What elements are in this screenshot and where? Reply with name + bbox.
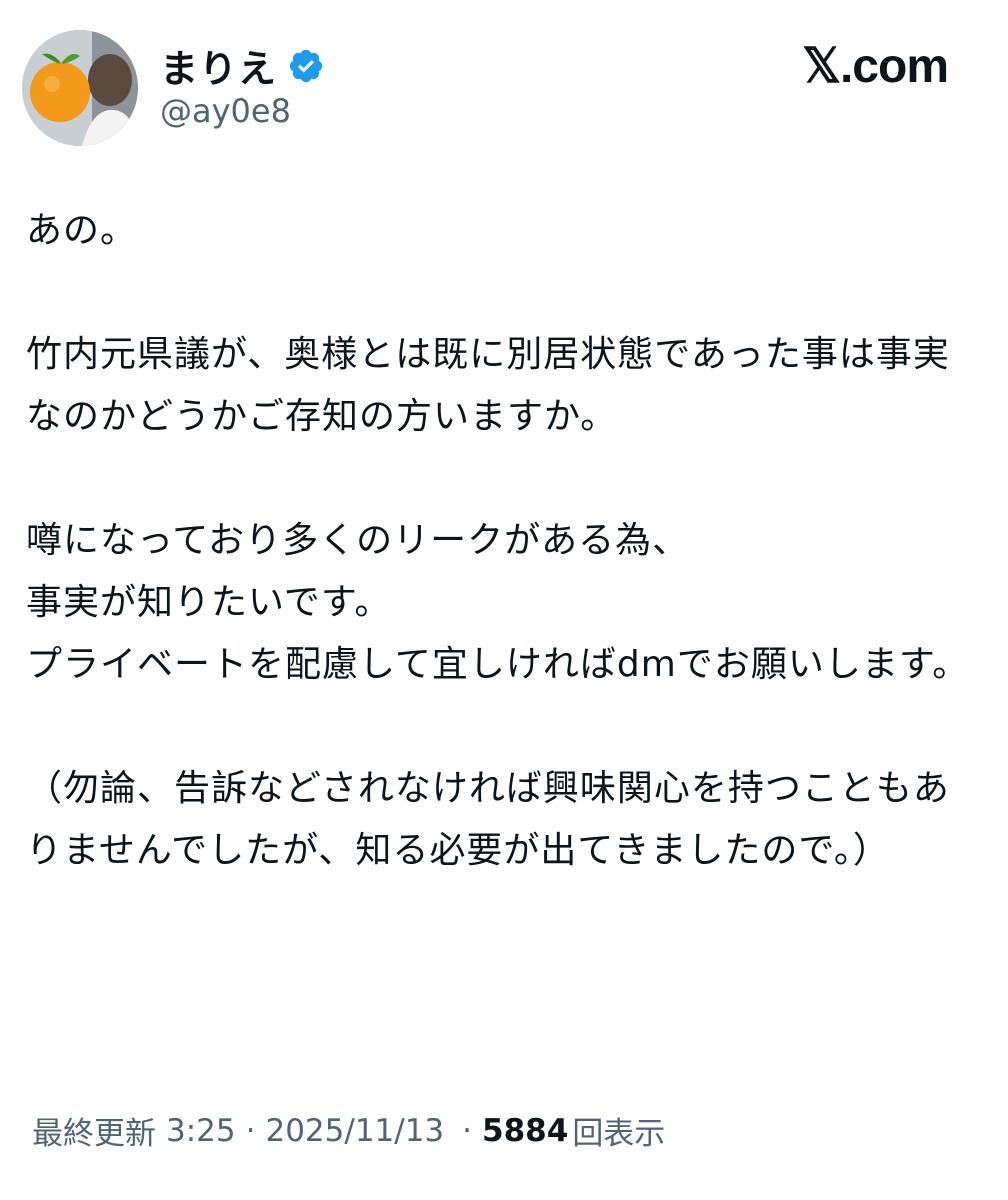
tweet-date[interactable]: 2025/11/13 (265, 1113, 444, 1149)
tweet-time[interactable]: 3:25 (166, 1113, 236, 1149)
author-handle[interactable]: @ay0e8 (160, 92, 291, 130)
x-logo-icon: 𝕏.com (802, 40, 949, 93)
views-count: 5884 (482, 1112, 569, 1149)
tweet-header: まりえ @ay0e8 𝕏.com (0, 0, 1008, 160)
author-display-name[interactable]: まりえ (160, 38, 277, 93)
tweet-paragraph: （勿論、告訴などされなければ興味関心を持つこともありませんでしたが、知る必要が出… (26, 768, 950, 871)
author-name-row[interactable]: まりえ (160, 38, 325, 93)
tweet-meta: 最終更新 3:25 · 2025/11/13 · 5884 回表示 (32, 1108, 665, 1153)
tweet-paragraph: 竹内元県議が、奥様とは既に別居状態であった事は事実なのかどうかご存知の方いますか… (26, 334, 950, 437)
views-label: 回表示 (572, 1116, 666, 1152)
meta-separator: · (462, 1112, 473, 1149)
tweet-paragraph: 噂になっており多くのリークがある為、 事実が知りたいです。 プライベートを配慮し… (26, 520, 970, 685)
avatar[interactable] (22, 30, 138, 146)
tweet-paragraph: あの。 (26, 210, 138, 251)
verified-badge-icon (289, 49, 323, 82)
tweet-text: あの。 竹内元県議が、奥様とは既に別居状態であった事は事実なのかどうかご存知の方… (26, 200, 976, 944)
updated-label: 最終更新 (32, 1116, 156, 1152)
meta-separator: · (245, 1112, 256, 1149)
